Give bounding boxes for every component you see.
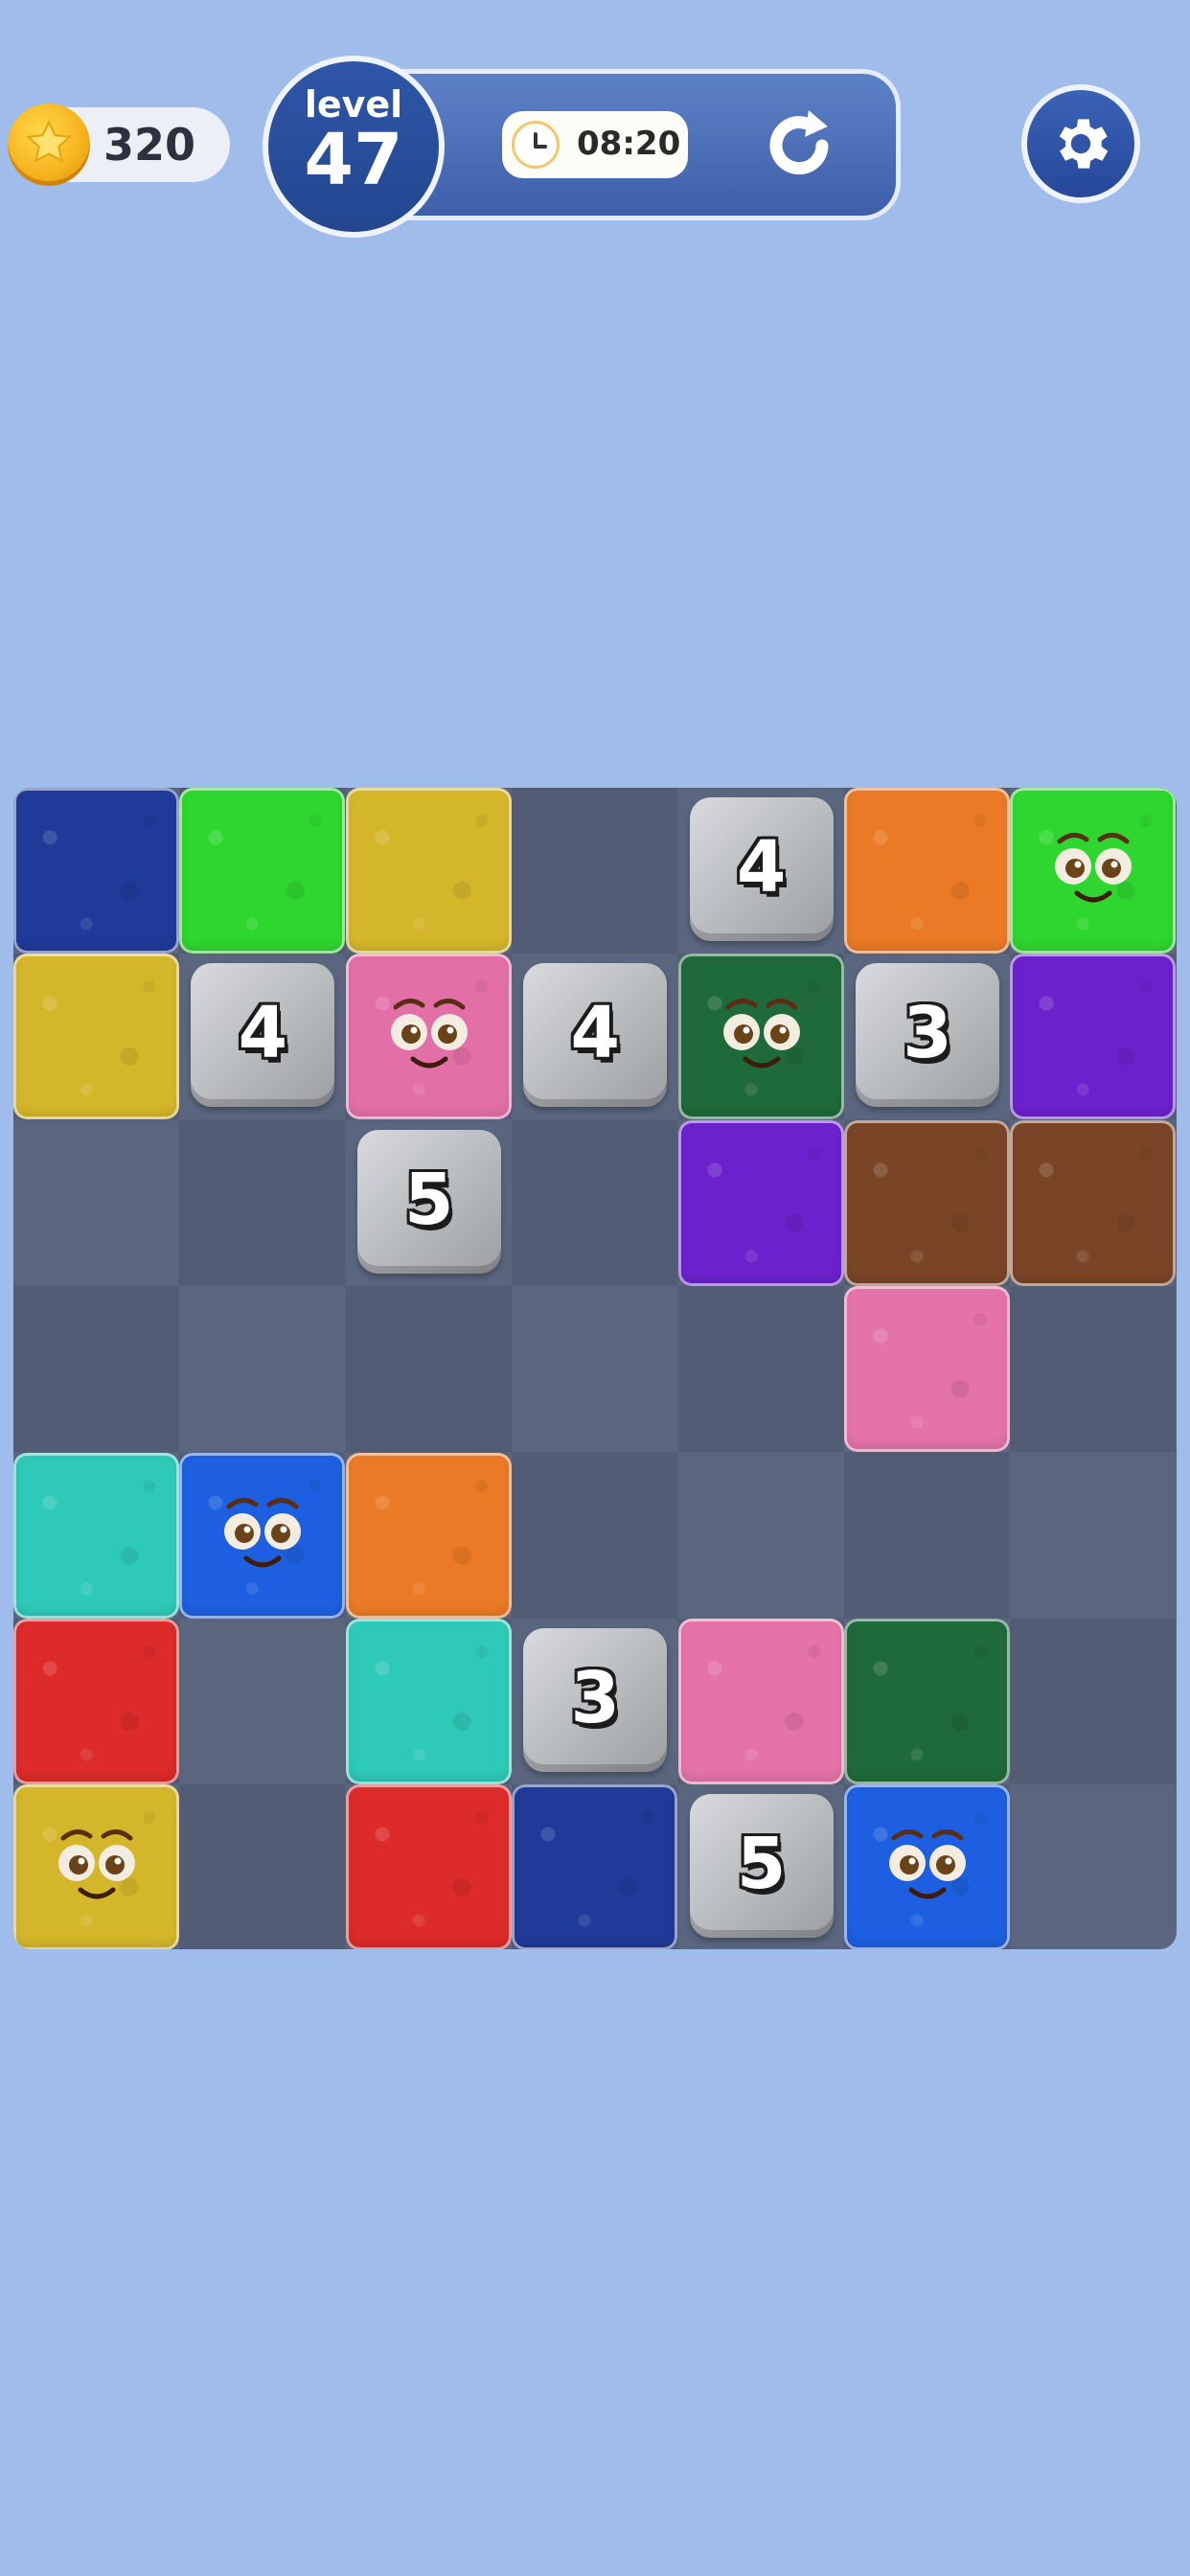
smiley-face-icon [13, 1784, 179, 1949]
timer-value: 08:20 [577, 125, 681, 163]
block-tile[interactable] [345, 1452, 512, 1619]
board-cell [179, 1286, 346, 1453]
board-cell [1010, 1452, 1177, 1619]
stone-block: 3 [856, 963, 999, 1108]
block-tile[interactable] [1010, 1119, 1177, 1286]
stone-counter: 4 [570, 992, 620, 1075]
block-head-tile[interactable] [1010, 788, 1177, 954]
block-head-tile[interactable] [677, 954, 844, 1120]
board-cell [512, 1286, 678, 1453]
block-tile[interactable] [844, 788, 1010, 954]
board-cell [1010, 1286, 1177, 1453]
timer: 08:20 [502, 111, 688, 178]
block-tile[interactable] [844, 1286, 1010, 1453]
block-tile[interactable] [13, 1619, 179, 1784]
stone-block: 3 [523, 1628, 668, 1772]
stone-counter: 4 [238, 992, 288, 1075]
block-head-tile[interactable] [345, 954, 512, 1120]
board-cell [512, 788, 678, 954]
restart-button[interactable] [759, 107, 845, 184]
coin-count: 320 [103, 119, 196, 171]
stone-counter: 4 [736, 826, 787, 908]
smiley-face-icon [844, 1784, 1010, 1949]
board-cell [345, 1286, 512, 1453]
block-tile[interactable] [677, 1119, 844, 1286]
smiley-face-icon [346, 954, 512, 1119]
block-tile[interactable] [345, 788, 512, 954]
gear-icon [1059, 119, 1109, 169]
block-tile[interactable] [844, 1619, 1010, 1784]
board-cell [13, 1286, 179, 1453]
puzzle-board: 4 4 4 3 5 3 5 [13, 788, 1177, 1949]
board-cell [1010, 1619, 1177, 1784]
board-cell [179, 1784, 346, 1949]
board-cell [179, 1119, 346, 1286]
block-tile[interactable] [13, 788, 179, 954]
block-tile[interactable] [512, 1784, 678, 1949]
block-tile[interactable] [179, 788, 346, 954]
stone-counter: 5 [736, 1823, 787, 1906]
restart-icon [769, 110, 829, 175]
board-cell [1010, 1784, 1177, 1949]
stone-block: 5 [689, 1794, 834, 1939]
block-tile[interactable] [677, 1619, 844, 1784]
block-tile[interactable] [13, 954, 179, 1120]
block-head-tile[interactable] [179, 1452, 346, 1619]
board-cell [179, 1619, 346, 1784]
stone-counter: 5 [404, 1158, 454, 1241]
smiley-face-icon [179, 1453, 345, 1619]
stone-block: 4 [191, 963, 335, 1108]
block-tile[interactable] [13, 1452, 179, 1619]
block-head-tile[interactable] [844, 1784, 1010, 1949]
stone-counter: 3 [570, 1657, 620, 1739]
board-cell [512, 1452, 678, 1619]
clock-icon [512, 121, 560, 169]
board-cell [677, 1286, 844, 1453]
stone-block: 4 [689, 797, 834, 941]
block-tile[interactable] [345, 1784, 512, 1949]
level-badge: level 47 [263, 56, 445, 238]
stone-counter: 3 [903, 992, 952, 1075]
stone-block: 5 [356, 1129, 501, 1274]
block-tile[interactable] [844, 1119, 1010, 1286]
board-cell [844, 1452, 1010, 1619]
board-cell [13, 1119, 179, 1286]
smiley-face-icon [678, 954, 844, 1119]
board-cell [677, 1452, 844, 1619]
smiley-face-icon [1010, 788, 1176, 954]
block-tile[interactable] [345, 1619, 512, 1784]
block-tile[interactable] [1010, 954, 1177, 1120]
block-head-tile[interactable] [13, 1784, 179, 1949]
board-cell [512, 1119, 678, 1286]
star-coin-icon [8, 104, 90, 186]
level-number: 47 [304, 119, 403, 201]
stone-block: 4 [523, 963, 668, 1108]
level-label: level [304, 83, 403, 126]
settings-button[interactable] [1021, 84, 1140, 203]
